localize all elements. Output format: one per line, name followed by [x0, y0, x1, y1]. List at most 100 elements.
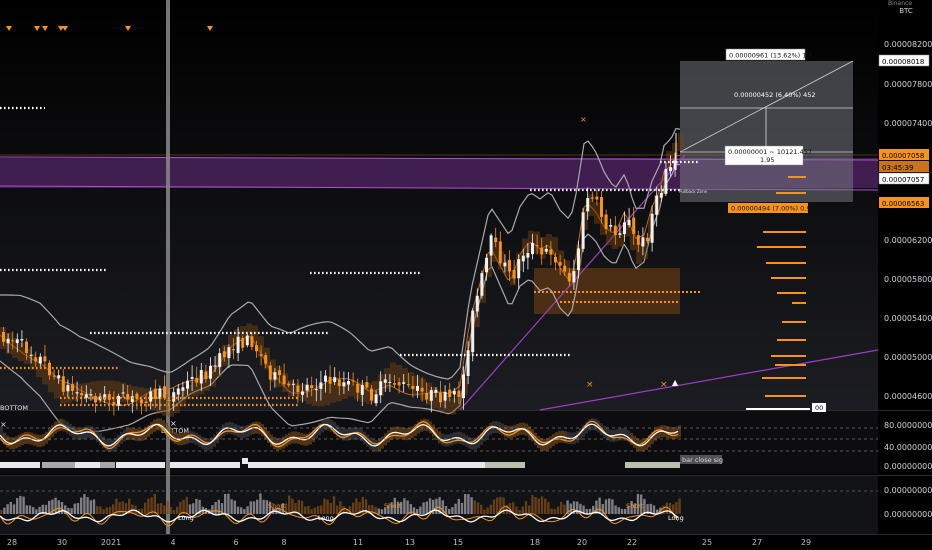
measure-bottom-text: 0.00000494 (7.00%) 0.95 — [731, 205, 815, 213]
x-marker: × — [580, 115, 587, 124]
price-tag[interactable]: 0.00007057 — [878, 172, 930, 185]
signal-bar — [116, 462, 165, 468]
candle-body — [20, 339, 24, 341]
candle-body — [618, 233, 622, 235]
price-tag-text: 0.00006563 — [882, 200, 924, 208]
candle-body — [420, 387, 424, 392]
candle-body — [351, 380, 355, 382]
signal-bar — [248, 462, 485, 468]
signal-bar — [100, 462, 115, 468]
price-tag-text: 0.00007058 — [882, 152, 924, 160]
measure-top-text: 0.00000961 (13.62%) 1.1 — [729, 52, 813, 60]
volume-badge-text: 00 — [815, 404, 823, 412]
time-label: 2021 — [101, 538, 121, 547]
candle-body — [232, 349, 235, 351]
vertical-cursor-line[interactable] — [166, 0, 170, 534]
candle-body — [646, 237, 649, 242]
candle-body — [190, 377, 194, 379]
measure-tool-box[interactable] — [680, 61, 853, 202]
candle-body — [6, 338, 10, 344]
price-tag-text: 0.00008018 — [882, 58, 924, 66]
chart-canvas[interactable]: BOTTOM BOTTOM × × × × × ▲ Pullback Zone … — [0, 0, 932, 550]
up-triangle-icon: ▲ — [672, 378, 679, 387]
rsi-scale-label: 80.00000000 — [884, 421, 932, 430]
x-marker: × — [170, 419, 177, 428]
rsi-scale-label: 40.00000000 — [884, 443, 932, 452]
candle-body — [567, 272, 571, 282]
price-tick-label: 0.00005400 — [884, 314, 932, 323]
candle-body — [508, 259, 511, 272]
signal-bar — [75, 462, 100, 468]
candle-body — [15, 339, 19, 344]
time-label: 8 — [281, 538, 286, 547]
candle-body — [121, 392, 125, 394]
measure-mid-text: 0.00000452 (6.40%) 452 — [734, 91, 816, 99]
time-label: 29 — [801, 538, 811, 547]
candle-body — [457, 390, 461, 397]
candle-body — [641, 237, 645, 247]
measure-label-bottom: 0.00000494 (7.00%) 0.95 — [728, 203, 815, 213]
candle-body — [310, 385, 314, 389]
candle-body — [429, 390, 433, 401]
candle-body — [75, 392, 79, 394]
rsi-badge-text: bar close sig — [682, 456, 723, 464]
signal-bar — [625, 462, 680, 468]
time-axis[interactable] — [0, 534, 932, 550]
time-label: 22 — [627, 538, 637, 547]
signal-bar — [42, 462, 75, 468]
price-tag[interactable]: 0.00008018 — [878, 54, 930, 67]
currency-label-small: Binance — [888, 0, 912, 7]
price-tag-text: 0.00007057 — [882, 176, 924, 184]
candle-body — [393, 383, 396, 385]
candle-body — [34, 357, 38, 362]
price-tick-label: 0.00007800 — [884, 80, 932, 89]
candle-body — [347, 381, 350, 385]
candle-body — [342, 382, 346, 387]
candle-body — [11, 340, 15, 342]
price-tag-text: 03:45:39 — [882, 164, 913, 172]
candle-body — [209, 365, 212, 379]
candle-body — [324, 375, 327, 382]
candle-body — [314, 389, 318, 391]
time-label: 27 — [752, 538, 762, 547]
candle-body — [273, 372, 277, 380]
candle-body — [443, 391, 447, 401]
candle-body — [259, 354, 263, 356]
candle-body — [57, 375, 61, 379]
candle-body — [669, 167, 672, 172]
candle-body — [494, 237, 498, 243]
candle-body — [448, 389, 452, 398]
candle-body — [595, 196, 599, 200]
signal-bar — [170, 462, 240, 468]
candle-body — [245, 335, 249, 346]
candle-body — [278, 370, 281, 376]
candle-body — [255, 345, 258, 352]
candle-body — [43, 356, 47, 362]
candle-body — [563, 265, 567, 272]
candle-body — [250, 336, 254, 347]
candle-body — [388, 381, 392, 383]
price-tick-label: 0.00006200 — [884, 236, 932, 245]
candle-body — [512, 269, 516, 279]
price-tick-label: 0.00005800 — [884, 275, 932, 284]
rsi-badge: bar close sig — [680, 455, 723, 464]
time-label: 6 — [233, 538, 238, 547]
long-label: Long — [178, 514, 194, 522]
candle-body — [296, 385, 300, 393]
candle-body — [204, 371, 208, 380]
candle-body — [406, 384, 410, 386]
osc-scale-label: 0.00000000 — [884, 486, 932, 495]
candle-body — [176, 388, 180, 395]
candle-body — [305, 384, 309, 391]
rsi-scale-label: 0.00000000 — [884, 462, 932, 471]
candle-body — [227, 347, 231, 359]
candle-body — [402, 382, 406, 384]
candle-body — [38, 356, 42, 364]
price-tag[interactable]: 0.00006563 — [879, 197, 929, 208]
candle-body — [264, 355, 268, 364]
x-marker: × — [586, 380, 594, 390]
candle-body — [149, 391, 153, 402]
price-tag[interactable]: 03:45:39 — [879, 161, 929, 172]
candle-body — [531, 242, 534, 255]
price-tag[interactable]: 0.00007058 — [879, 149, 929, 160]
